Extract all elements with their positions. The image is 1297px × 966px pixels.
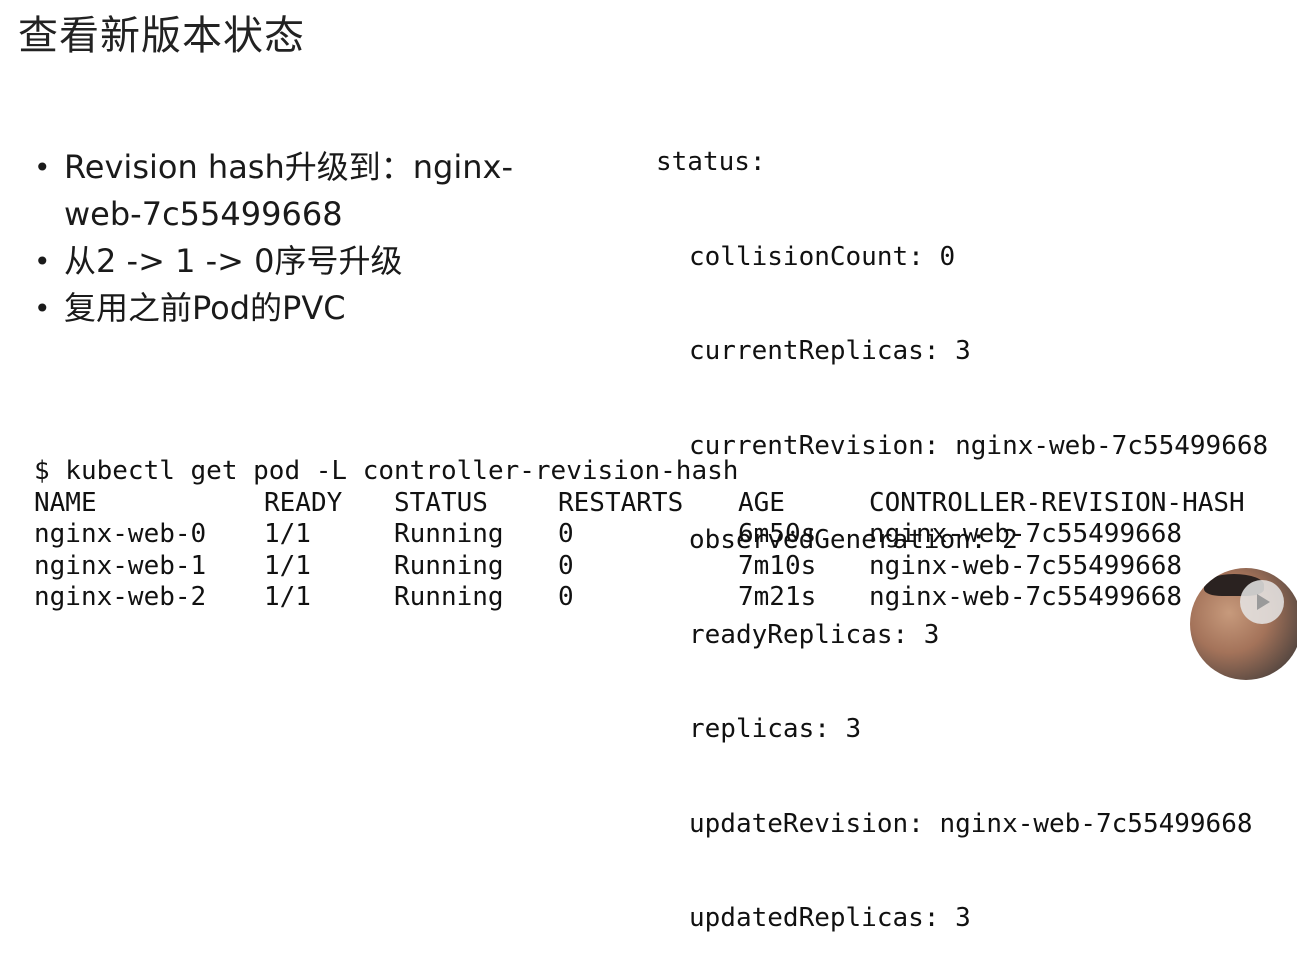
page-title: 查看新版本状态 — [18, 13, 305, 59]
column-header-hash: CONTROLLER-REVISION-HASH — [869, 487, 1245, 518]
column-header-status: STATUS — [394, 487, 488, 518]
terminal-command: $ kubectl get pod -L controller-revision… — [34, 456, 739, 486]
pod-name: nginx-web-2 — [34, 582, 207, 612]
pod-ready: 1/1 — [264, 519, 311, 549]
status-line: updatedReplicas: 3 — [689, 903, 971, 933]
column-header-restarts: RESTARTS — [558, 487, 684, 518]
bullet-text: Revision hash升级到：nginx-web-7c55499668 — [64, 148, 514, 233]
table-row: nginx-web-1 1/1 Running 0 7m10s nginx-we… — [34, 550, 1182, 583]
pod-status: Running — [394, 519, 504, 549]
column-header-name: NAME — [34, 487, 97, 518]
bullet-dot: • — [34, 292, 51, 325]
status-line: collisionCount: 0 — [689, 241, 956, 272]
pod-ready: 1/1 — [264, 582, 311, 612]
pod-revision-hash: nginx-web-7c55499668 — [869, 550, 1183, 581]
table-header-row: NAME READY STATUS RESTARTS AGE CONTROLLE… — [34, 487, 1245, 520]
status-line: replicas: 3 — [689, 714, 862, 744]
pod-status: Running — [394, 582, 504, 612]
bullet-text: 复用之前Pod的PVC — [64, 289, 346, 327]
status-header: status: — [656, 147, 766, 177]
pod-restarts: 0 — [558, 582, 574, 612]
pod-status: Running — [394, 550, 504, 581]
status-line: currentReplicas: 3 — [689, 336, 971, 366]
bullet-list: • Revision hash升级到：nginx-web-7c55499668 … — [30, 144, 550, 332]
status-line: updateRevision: nginx-web-7c55499668 — [689, 808, 1253, 839]
status-line: readyReplicas: 3 — [689, 619, 940, 650]
pod-revision-hash: nginx-web-7c55499668 — [869, 582, 1183, 612]
pod-restarts: 0 — [558, 519, 574, 549]
play-glyph-icon — [1257, 594, 1270, 610]
pod-age: 7m21s — [738, 582, 817, 612]
table-row: nginx-web-0 1/1 Running 0 6m50s nginx-we… — [34, 519, 1182, 551]
pod-name: nginx-web-0 — [34, 519, 207, 549]
bullet-dot: • — [34, 245, 51, 278]
pod-revision-hash: nginx-web-7c55499668 — [869, 519, 1183, 549]
terminal-output: $ kubectl get pod -L controller-revision… — [34, 456, 1245, 614]
bullet-item: • 从2 -> 1 -> 0序号升级 — [30, 238, 550, 285]
column-header-age: AGE — [738, 487, 785, 518]
bullet-item: • 复用之前Pod的PVC — [30, 285, 550, 332]
pod-name: nginx-web-1 — [34, 550, 207, 581]
pod-restarts: 0 — [558, 550, 574, 581]
pod-age: 7m10s — [738, 550, 817, 581]
bullet-text: 从2 -> 1 -> 0序号升级 — [64, 242, 403, 280]
pod-ready: 1/1 — [264, 550, 311, 581]
play-icon[interactable] — [1240, 580, 1284, 624]
status-line: currentRevision: nginx-web-7c55499668 — [689, 430, 1269, 461]
pod-age: 6m50s — [738, 519, 817, 549]
bullet-item: • Revision hash升级到：nginx-web-7c55499668 — [30, 144, 550, 238]
bullet-dot: • — [34, 151, 51, 184]
table-row: nginx-web-2 1/1 Running 0 7m21s nginx-we… — [34, 582, 1182, 614]
presenter-avatar-icon[interactable] — [1190, 568, 1297, 680]
column-header-ready: READY — [264, 487, 343, 518]
